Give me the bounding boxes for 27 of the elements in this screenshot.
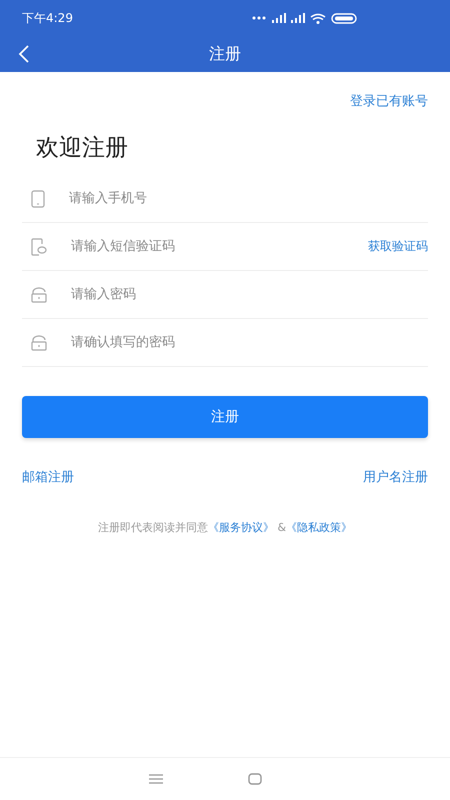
phone-icon	[31, 190, 45, 208]
battery-icon	[331, 12, 357, 24]
lock-icon	[31, 334, 47, 350]
text-field[interactable]: 请输入短信验证码	[71, 235, 368, 258]
message-icon	[31, 238, 47, 256]
agreement-text: 注册即代表阅读并同意《服务协议》 &《隐私政策》	[96, 520, 354, 535]
register-button[interactable]: 注册	[22, 396, 428, 438]
welcome-heading: 欢迎注册	[36, 134, 129, 163]
page-title: 注册	[209, 44, 241, 64]
signal-icon	[291, 13, 305, 23]
home-icon[interactable]	[248, 773, 262, 785]
text-field[interactable]: 请输入密码	[71, 283, 428, 306]
login-link[interactable]: 登录已有账号	[350, 92, 428, 110]
text-field[interactable]: 请输入手机号	[69, 187, 428, 210]
lock-icon	[31, 286, 47, 302]
text-field[interactable]: 请确认填写的密码	[71, 331, 428, 354]
register-option-link[interactable]: 用户名注册	[363, 468, 428, 486]
signal-icon	[272, 13, 286, 23]
back-icon[interactable]	[18, 44, 30, 64]
register-option-link[interactable]: 邮箱注册	[22, 468, 74, 486]
get-code-link[interactable]: 获取验证码	[368, 238, 428, 255]
privacy-link[interactable]: 《隐私政策》	[286, 521, 352, 534]
status-time: 下午4:29	[22, 10, 74, 26]
more-dots-icon	[252, 16, 267, 20]
menu-icon[interactable]	[148, 774, 162, 784]
wifi-icon	[310, 12, 326, 24]
terms-link[interactable]: 《服务协议》	[208, 521, 274, 534]
